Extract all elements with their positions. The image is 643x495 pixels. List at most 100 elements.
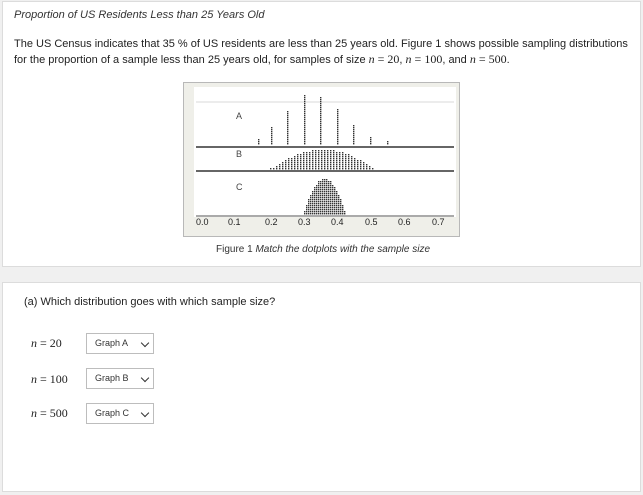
dot-graph-c <box>314 211 316 213</box>
dot-graph-b <box>339 166 341 168</box>
dot-graph-c <box>314 205 316 207</box>
dot-graph-c <box>312 197 314 199</box>
dot-graph-a <box>304 143 306 145</box>
dot-graph-b <box>336 152 338 154</box>
dot-graph-b <box>315 166 317 168</box>
dot-graph-b <box>357 168 359 170</box>
dot-graph-c <box>332 213 334 215</box>
dot-graph-c <box>314 193 316 195</box>
select-n500[interactable]: Graph C <box>86 403 154 424</box>
dot-graph-c <box>318 203 320 205</box>
dot-graph-c <box>336 207 338 209</box>
dot-graph-c <box>334 197 336 199</box>
dot-graph-a <box>320 99 322 101</box>
dot-graph-b <box>321 166 323 168</box>
dot-graph-a <box>287 135 289 137</box>
dot-graph-b <box>312 162 314 164</box>
dot-graph-c <box>322 209 324 211</box>
dot-graph-c <box>318 191 320 193</box>
dot-graph-c <box>326 183 328 185</box>
dot-graph-c <box>318 189 320 191</box>
dot-graph-b <box>312 158 314 160</box>
dot-graph-c <box>340 213 342 215</box>
dot-graph-b <box>342 168 344 170</box>
dot-graph-c <box>320 203 322 205</box>
dot-graph-a <box>337 127 339 129</box>
dot-graph-b <box>312 156 314 158</box>
dot-graph-c <box>336 213 338 215</box>
dot-graph-c <box>336 209 338 211</box>
dot-graph-b <box>318 154 320 156</box>
dot-graph-b <box>345 162 347 164</box>
dot-graph-b <box>303 152 305 154</box>
dot-graph-a <box>387 141 389 143</box>
dot-graph-c <box>340 211 342 213</box>
dot-graph-a <box>258 143 260 145</box>
dot-graph-b <box>336 158 338 160</box>
dot-graph-c <box>334 187 336 189</box>
dot-graph-c <box>324 197 326 199</box>
dot-graph-b <box>330 150 332 152</box>
dot-graph-c <box>328 197 330 199</box>
dot-graph-b <box>363 164 365 166</box>
dot-graph-a <box>320 131 322 133</box>
dot-graph-c <box>326 203 328 205</box>
dot-graph-c <box>338 207 340 209</box>
dot-graph-a <box>304 141 306 143</box>
select-n20[interactable]: Graph A <box>86 333 154 354</box>
select-n100[interactable]: Graph B <box>86 368 154 389</box>
dot-graph-b <box>291 162 293 164</box>
dot-graph-b <box>336 162 338 164</box>
dot-graph-b <box>324 158 326 160</box>
dot-graph-b <box>297 158 299 160</box>
dot-graph-b <box>291 158 293 160</box>
dot-graph-c <box>328 195 330 197</box>
dot-graph-b <box>315 162 317 164</box>
dot-graph-b <box>360 162 362 164</box>
dot-graph-b <box>363 168 365 170</box>
dot-graph-a <box>287 143 289 145</box>
dot-graph-c <box>318 185 320 187</box>
dot-graph-a <box>353 133 355 135</box>
dot-graph-c <box>326 201 328 203</box>
dot-graph-c <box>318 197 320 199</box>
dot-graph-b <box>303 164 305 166</box>
dot-graph-c <box>334 209 336 211</box>
dot-graph-c <box>328 181 330 183</box>
dot-graph-b <box>309 154 311 156</box>
dot-graph-a <box>304 125 306 127</box>
dot-graph-b <box>324 156 326 158</box>
dot-graph-b <box>339 168 341 170</box>
dot-graph-c <box>322 211 324 213</box>
dot-graph-b <box>300 156 302 158</box>
dot-graph-a <box>353 129 355 131</box>
dot-graph-a <box>337 125 339 127</box>
dot-graph-b <box>336 168 338 170</box>
dot-graph-a <box>337 109 339 111</box>
dot-graph-b <box>348 160 350 162</box>
dot-graph-b <box>321 158 323 160</box>
dot-graph-b <box>315 150 317 152</box>
dot-graph-a <box>320 127 322 129</box>
dot-graph-b <box>357 164 359 166</box>
dot-graph-c <box>328 209 330 211</box>
dot-graph-c <box>326 207 328 209</box>
dot-graph-c <box>332 195 334 197</box>
figure-canvas: A B C <box>194 87 456 217</box>
dot-graph-c <box>324 201 326 203</box>
graph-label-c: C <box>236 182 243 192</box>
dot-graph-a <box>287 133 289 135</box>
dot-graph-c <box>332 205 334 207</box>
dot-graph-c <box>320 191 322 193</box>
dot-graph-c <box>306 207 308 209</box>
dot-graph-b <box>309 156 311 158</box>
dot-graph-c <box>312 195 314 197</box>
dot-graph-a <box>287 121 289 123</box>
dot-graph-c <box>342 211 344 213</box>
dot-graph-a <box>304 105 306 107</box>
dot-graph-c <box>338 195 340 197</box>
dot-graph-b <box>333 166 335 168</box>
dot-graph-c <box>324 207 326 209</box>
dot-graph-c <box>320 193 322 195</box>
dot-graph-b <box>315 152 317 154</box>
